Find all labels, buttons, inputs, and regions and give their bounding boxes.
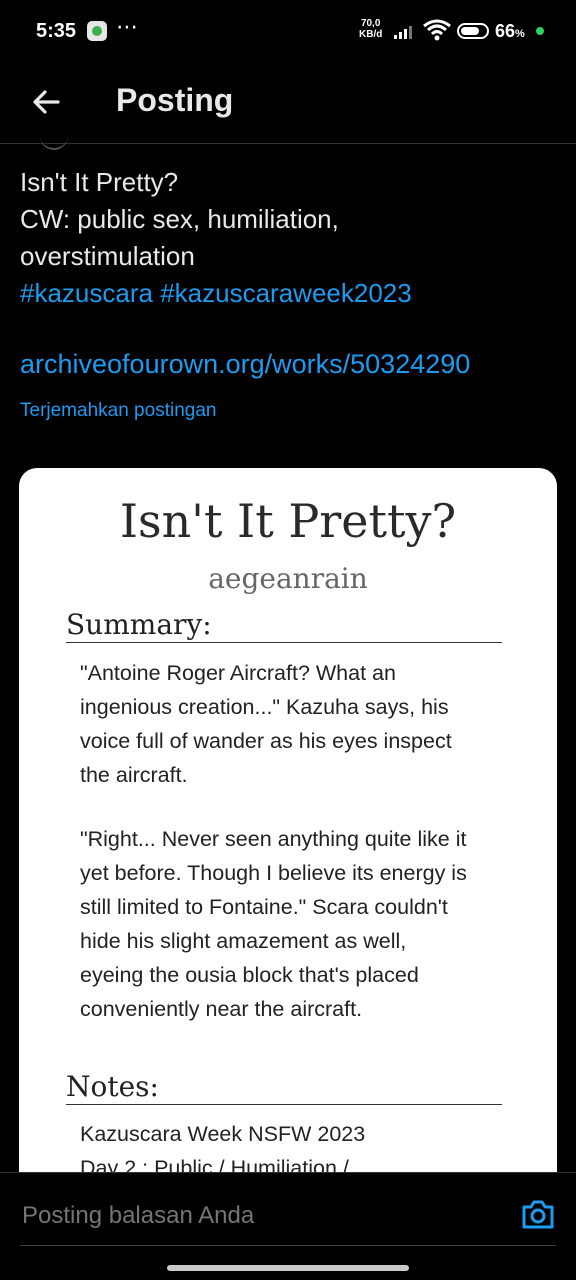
- image-summary-paragraph: "Antoine Roger Aircraft? What an ingenio…: [80, 656, 500, 792]
- translate-post-link[interactable]: Terjemahkan postingan: [20, 400, 216, 422]
- image-text-line: ingenious creation..." Kazuha says, his: [80, 695, 449, 719]
- image-text-line: the aircraft.: [80, 763, 188, 787]
- reply-composer: [0, 1172, 576, 1280]
- image-work-title: Isn't It Pretty?: [119, 494, 457, 548]
- cellular-signal-icon: [394, 26, 412, 39]
- reply-underline: [20, 1245, 556, 1246]
- charging-dot-icon: [536, 27, 544, 35]
- avatar[interactable]: [40, 134, 68, 150]
- image-text-line: voice full of wander as his eyes inspect: [80, 729, 452, 753]
- post-text: Isn't It Pretty? CW: public sex, humilia…: [20, 164, 560, 312]
- top-app-bar: Posting: [0, 64, 576, 144]
- image-text-line: eyeing the ousia block that's placed: [80, 963, 419, 987]
- battery-percent: 66%: [495, 21, 525, 41]
- network-speed-unit: KB/d: [359, 29, 383, 40]
- hashtag-link[interactable]: #kazuscara: [20, 278, 153, 308]
- back-arrow-icon[interactable]: [28, 84, 64, 120]
- external-url-link[interactable]: archiveofourown.org/works/50324290: [20, 349, 470, 380]
- image-notes-heading: Notes:: [66, 1070, 502, 1105]
- battery-icon: [457, 23, 489, 39]
- image-text-line: still limited to Fontaine." Scara couldn…: [80, 895, 448, 919]
- reply-input[interactable]: [20, 1201, 504, 1231]
- post-text-line: overstimulation: [20, 241, 195, 271]
- image-text-line: yet before. Though I believe its energy …: [80, 861, 467, 885]
- image-work-author: aegeanrain: [208, 562, 368, 595]
- post-text-line: Isn't It Pretty?: [20, 167, 179, 197]
- status-bar: 5:35 ⋯ 70,0 KB/d 66%: [0, 0, 576, 64]
- post-image[interactable]: Isn't It Pretty? aegeanrain Summary: "An…: [19, 468, 557, 1228]
- image-text-line: Kazuscara Week NSFW 2023: [80, 1122, 366, 1146]
- gesture-home-bar[interactable]: [167, 1265, 409, 1271]
- image-summary-heading: Summary:: [66, 608, 502, 643]
- network-speed: 70,0 KB/d: [359, 18, 382, 40]
- image-text-line: "Right... Never seen anything quite like…: [80, 827, 467, 851]
- network-speed-value: 70,0: [360, 18, 381, 29]
- hashtag-line: #kazuscara #kazuscaraweek2023: [20, 275, 560, 312]
- hashtag-link[interactable]: #kazuscaraweek2023: [160, 278, 412, 308]
- status-time: 5:35: [36, 20, 77, 42]
- image-text-line: "Antoine Roger Aircraft? What an: [80, 661, 396, 685]
- page-title: Posting: [116, 82, 234, 118]
- image-text-line: hide his slight amazement as well,: [80, 929, 407, 953]
- image-summary-paragraph: "Right... Never seen anything quite like…: [80, 822, 500, 1026]
- wifi-icon: [423, 19, 451, 41]
- camera-icon[interactable]: [521, 1198, 555, 1230]
- post-text-line: CW: public sex, humiliation,: [20, 204, 339, 234]
- image-text-line: conveniently near the aircraft.: [80, 997, 363, 1021]
- app-notification-icon: [87, 21, 107, 41]
- more-notifications-icon: ⋯: [116, 14, 139, 39]
